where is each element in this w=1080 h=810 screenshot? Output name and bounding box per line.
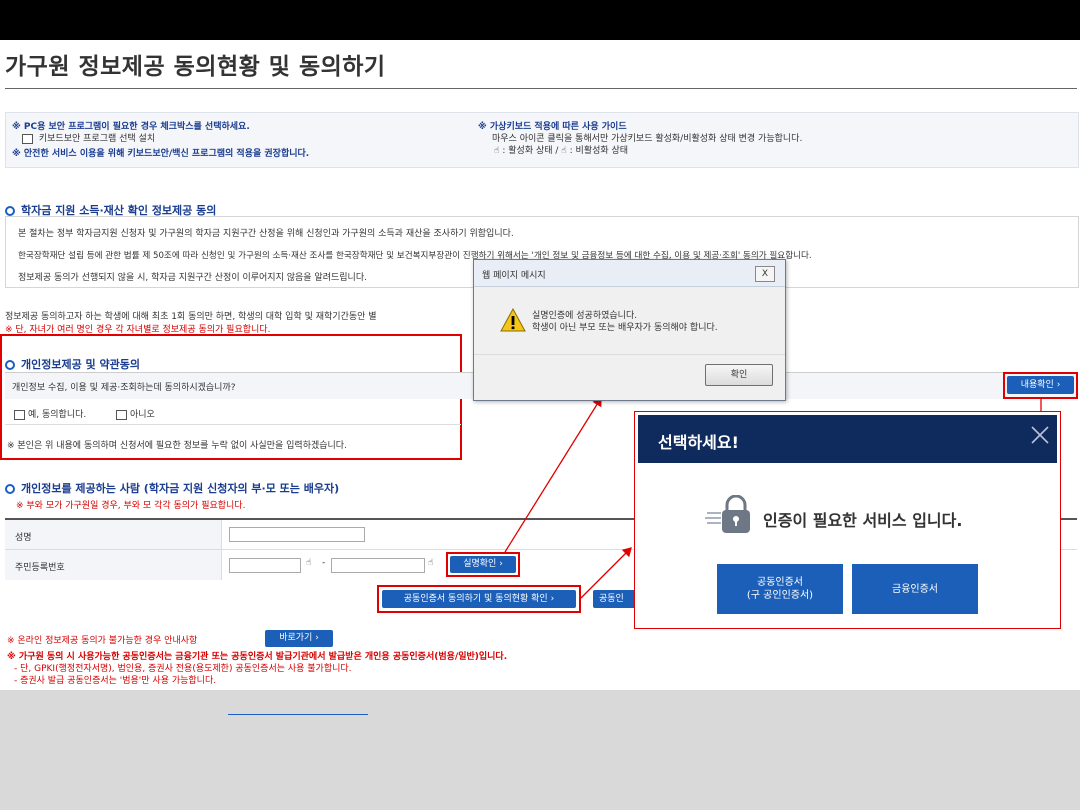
joint-cert-btn-line2: (구 공인인증서) xyxy=(746,590,814,601)
arrow-to-dialog xyxy=(504,396,602,553)
dialog-divider xyxy=(474,354,785,355)
warning-icon xyxy=(500,308,526,332)
web-page-message-dialog: 웹 페이지 메시지 X 실명인증에 성공하였습니다. 학생이 아닌 부모 또는 … xyxy=(473,259,786,401)
dialog-title: 웹 페이지 메시지 xyxy=(482,271,546,281)
modal-header: 선택하세요! xyxy=(638,415,1057,463)
modal-title: 선택하세요! xyxy=(658,433,739,452)
dialog-close-button[interactable]: X xyxy=(755,266,775,282)
annotation-arrows xyxy=(504,396,1042,599)
cert-select-modal: 선택하세요! 인증이 필요한 서비스 입니다. 공동인증서 (구 공인인증서) … xyxy=(634,411,1061,629)
dialog-message-line2: 학생이 아닌 부모 또는 배우자가 동의해야 합니다. xyxy=(532,323,718,333)
close-icon[interactable] xyxy=(1030,425,1050,445)
dialog-titlebar: 웹 페이지 메시지 X xyxy=(474,260,785,287)
financial-cert-btn-label: 금융인증서 xyxy=(892,583,938,595)
dialog-ok-button[interactable]: 확인 xyxy=(705,364,773,386)
lock-icon xyxy=(705,495,750,533)
arrow-to-modal xyxy=(580,547,632,599)
modal-message: 인증이 필요한 서비스 입니다. xyxy=(763,511,963,530)
joint-certificate-button[interactable]: 공동인증서 (구 공인인증서) xyxy=(717,564,843,614)
joint-cert-btn-line1: 공동인증서 xyxy=(757,577,803,588)
financial-certificate-button[interactable]: 금융인증서 xyxy=(852,564,978,614)
